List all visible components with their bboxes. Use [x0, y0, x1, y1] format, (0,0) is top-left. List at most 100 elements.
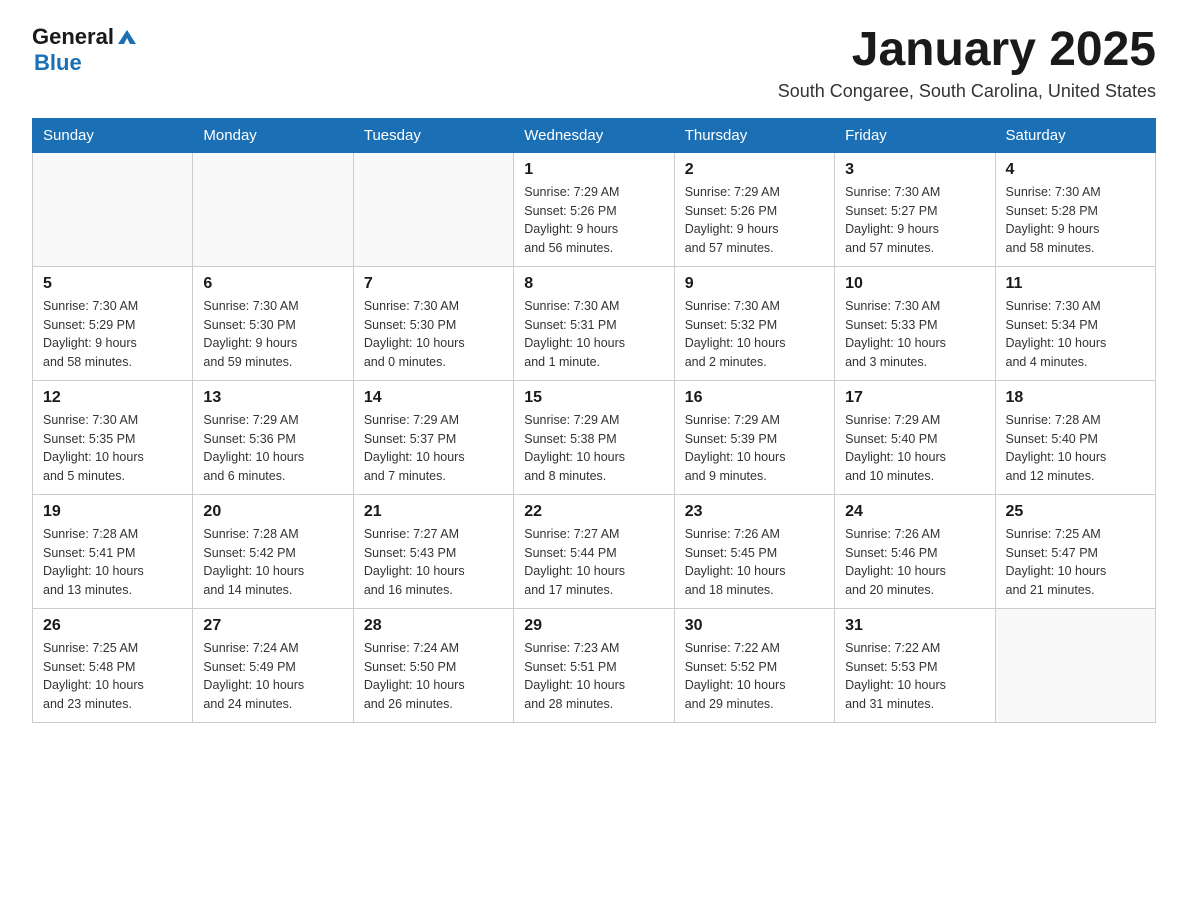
table-row: 31 Sunrise: 7:22 AMSunset: 5:53 PMDayligh… — [835, 608, 995, 722]
day-info: Sunrise: 7:30 AMSunset: 5:31 PMDaylight:… — [524, 297, 663, 372]
day-number: 20 — [203, 503, 342, 521]
day-number: 11 — [1006, 275, 1145, 293]
day-info: Sunrise: 7:30 AMSunset: 5:28 PMDaylight:… — [1006, 183, 1145, 258]
day-number: 9 — [685, 275, 824, 293]
col-thursday: Thursday — [674, 118, 834, 152]
table-row: 12 Sunrise: 7:30 AMSunset: 5:35 PMDayligh… — [33, 380, 193, 494]
calendar-week-row: 12 Sunrise: 7:30 AMSunset: 5:35 PMDayligh… — [33, 380, 1156, 494]
table-row — [33, 152, 193, 266]
table-row: 29 Sunrise: 7:23 AMSunset: 5:51 PMDayligh… — [514, 608, 674, 722]
day-number: 7 — [364, 275, 503, 293]
day-info: Sunrise: 7:24 AMSunset: 5:49 PMDaylight:… — [203, 639, 342, 714]
calendar-week-row: 26 Sunrise: 7:25 AMSunset: 5:48 PMDayligh… — [33, 608, 1156, 722]
table-row: 28 Sunrise: 7:24 AMSunset: 5:50 PMDayligh… — [353, 608, 513, 722]
day-info: Sunrise: 7:22 AMSunset: 5:53 PMDaylight:… — [845, 639, 984, 714]
table-row: 5 Sunrise: 7:30 AMSunset: 5:29 PMDaylight… — [33, 266, 193, 380]
day-info: Sunrise: 7:30 AMSunset: 5:29 PMDaylight:… — [43, 297, 182, 372]
day-info: Sunrise: 7:30 AMSunset: 5:27 PMDaylight:… — [845, 183, 984, 258]
day-number: 12 — [43, 389, 182, 407]
table-row: 19 Sunrise: 7:28 AMSunset: 5:41 PMDayligh… — [33, 494, 193, 608]
day-info: Sunrise: 7:26 AMSunset: 5:46 PMDaylight:… — [845, 525, 984, 600]
table-row — [353, 152, 513, 266]
col-monday: Monday — [193, 118, 353, 152]
table-row — [995, 608, 1155, 722]
table-row: 3 Sunrise: 7:30 AMSunset: 5:27 PMDaylight… — [835, 152, 995, 266]
day-number: 25 — [1006, 503, 1145, 521]
calendar-header-row: Sunday Monday Tuesday Wednesday Thursday… — [33, 118, 1156, 152]
logo-icon — [116, 26, 138, 48]
logo-blue-text: Blue — [34, 50, 82, 76]
table-row: 2 Sunrise: 7:29 AMSunset: 5:26 PMDaylight… — [674, 152, 834, 266]
col-sunday: Sunday — [33, 118, 193, 152]
day-number: 26 — [43, 617, 182, 635]
day-info: Sunrise: 7:30 AMSunset: 5:35 PMDaylight:… — [43, 411, 182, 486]
day-number: 4 — [1006, 161, 1145, 179]
table-row: 15 Sunrise: 7:29 AMSunset: 5:38 PMDayligh… — [514, 380, 674, 494]
day-info: Sunrise: 7:29 AMSunset: 5:39 PMDaylight:… — [685, 411, 824, 486]
table-row: 4 Sunrise: 7:30 AMSunset: 5:28 PMDaylight… — [995, 152, 1155, 266]
day-number: 27 — [203, 617, 342, 635]
table-row: 18 Sunrise: 7:28 AMSunset: 5:40 PMDayligh… — [995, 380, 1155, 494]
calendar-week-row: 1 Sunrise: 7:29 AMSunset: 5:26 PMDaylight… — [33, 152, 1156, 266]
day-info: Sunrise: 7:23 AMSunset: 5:51 PMDaylight:… — [524, 639, 663, 714]
page-header: General Blue January 2025 South Congaree… — [32, 24, 1156, 102]
logo: General Blue — [32, 24, 138, 76]
day-number: 28 — [364, 617, 503, 635]
day-number: 19 — [43, 503, 182, 521]
day-info: Sunrise: 7:24 AMSunset: 5:50 PMDaylight:… — [364, 639, 503, 714]
day-number: 10 — [845, 275, 984, 293]
day-info: Sunrise: 7:28 AMSunset: 5:42 PMDaylight:… — [203, 525, 342, 600]
day-number: 23 — [685, 503, 824, 521]
day-info: Sunrise: 7:30 AMSunset: 5:32 PMDaylight:… — [685, 297, 824, 372]
day-number: 29 — [524, 617, 663, 635]
table-row: 17 Sunrise: 7:29 AMSunset: 5:40 PMDayligh… — [835, 380, 995, 494]
day-info: Sunrise: 7:27 AMSunset: 5:44 PMDaylight:… — [524, 525, 663, 600]
day-info: Sunrise: 7:29 AMSunset: 5:38 PMDaylight:… — [524, 411, 663, 486]
day-number: 31 — [845, 617, 984, 635]
day-info: Sunrise: 7:29 AMSunset: 5:36 PMDaylight:… — [203, 411, 342, 486]
day-info: Sunrise: 7:30 AMSunset: 5:30 PMDaylight:… — [203, 297, 342, 372]
day-number: 17 — [845, 389, 984, 407]
day-number: 3 — [845, 161, 984, 179]
day-number: 18 — [1006, 389, 1145, 407]
table-row: 11 Sunrise: 7:30 AMSunset: 5:34 PMDayligh… — [995, 266, 1155, 380]
day-number: 8 — [524, 275, 663, 293]
day-info: Sunrise: 7:26 AMSunset: 5:45 PMDaylight:… — [685, 525, 824, 600]
logo-general-text: General — [32, 24, 114, 50]
table-row: 9 Sunrise: 7:30 AMSunset: 5:32 PMDaylight… — [674, 266, 834, 380]
day-number: 1 — [524, 161, 663, 179]
day-info: Sunrise: 7:29 AMSunset: 5:37 PMDaylight:… — [364, 411, 503, 486]
location-subtitle: South Congaree, South Carolina, United S… — [778, 81, 1156, 102]
table-row: 26 Sunrise: 7:25 AMSunset: 5:48 PMDayligh… — [33, 608, 193, 722]
day-info: Sunrise: 7:30 AMSunset: 5:34 PMDaylight:… — [1006, 297, 1145, 372]
day-number: 2 — [685, 161, 824, 179]
day-number: 5 — [43, 275, 182, 293]
day-info: Sunrise: 7:30 AMSunset: 5:33 PMDaylight:… — [845, 297, 984, 372]
table-row: 23 Sunrise: 7:26 AMSunset: 5:45 PMDayligh… — [674, 494, 834, 608]
col-saturday: Saturday — [995, 118, 1155, 152]
calendar-table: Sunday Monday Tuesday Wednesday Thursday… — [32, 118, 1156, 723]
day-number: 24 — [845, 503, 984, 521]
col-wednesday: Wednesday — [514, 118, 674, 152]
table-row: 21Sunrise: 7:27 AMSunset: 5:43 PMDayligh… — [353, 494, 513, 608]
day-info: Sunrise: 7:28 AMSunset: 5:40 PMDaylight:… — [1006, 411, 1145, 486]
table-row: 20 Sunrise: 7:28 AMSunset: 5:42 PMDayligh… — [193, 494, 353, 608]
day-info: Sunrise: 7:27 AMSunset: 5:43 PMDaylight:… — [364, 525, 503, 600]
day-info: Sunrise: 7:25 AMSunset: 5:47 PMDaylight:… — [1006, 525, 1145, 600]
day-number: 13 — [203, 389, 342, 407]
day-info: Sunrise: 7:29 AMSunset: 5:26 PMDaylight:… — [685, 183, 824, 258]
day-number: 6 — [203, 275, 342, 293]
col-friday: Friday — [835, 118, 995, 152]
day-info: Sunrise: 7:28 AMSunset: 5:41 PMDaylight:… — [43, 525, 182, 600]
table-row — [193, 152, 353, 266]
table-row: 8 Sunrise: 7:30 AMSunset: 5:31 PMDaylight… — [514, 266, 674, 380]
day-info: Sunrise: 7:25 AMSunset: 5:48 PMDaylight:… — [43, 639, 182, 714]
table-row: 7Sunrise: 7:30 AMSunset: 5:30 PMDaylight… — [353, 266, 513, 380]
table-row: 27 Sunrise: 7:24 AMSunset: 5:49 PMDayligh… — [193, 608, 353, 722]
day-info: Sunrise: 7:29 AMSunset: 5:40 PMDaylight:… — [845, 411, 984, 486]
table-row: 10 Sunrise: 7:30 AMSunset: 5:33 PMDayligh… — [835, 266, 995, 380]
calendar-week-row: 19 Sunrise: 7:28 AMSunset: 5:41 PMDayligh… — [33, 494, 1156, 608]
table-row: 24 Sunrise: 7:26 AMSunset: 5:46 PMDayligh… — [835, 494, 995, 608]
day-number: 15 — [524, 389, 663, 407]
table-row: 16Sunrise: 7:29 AMSunset: 5:39 PMDayligh… — [674, 380, 834, 494]
